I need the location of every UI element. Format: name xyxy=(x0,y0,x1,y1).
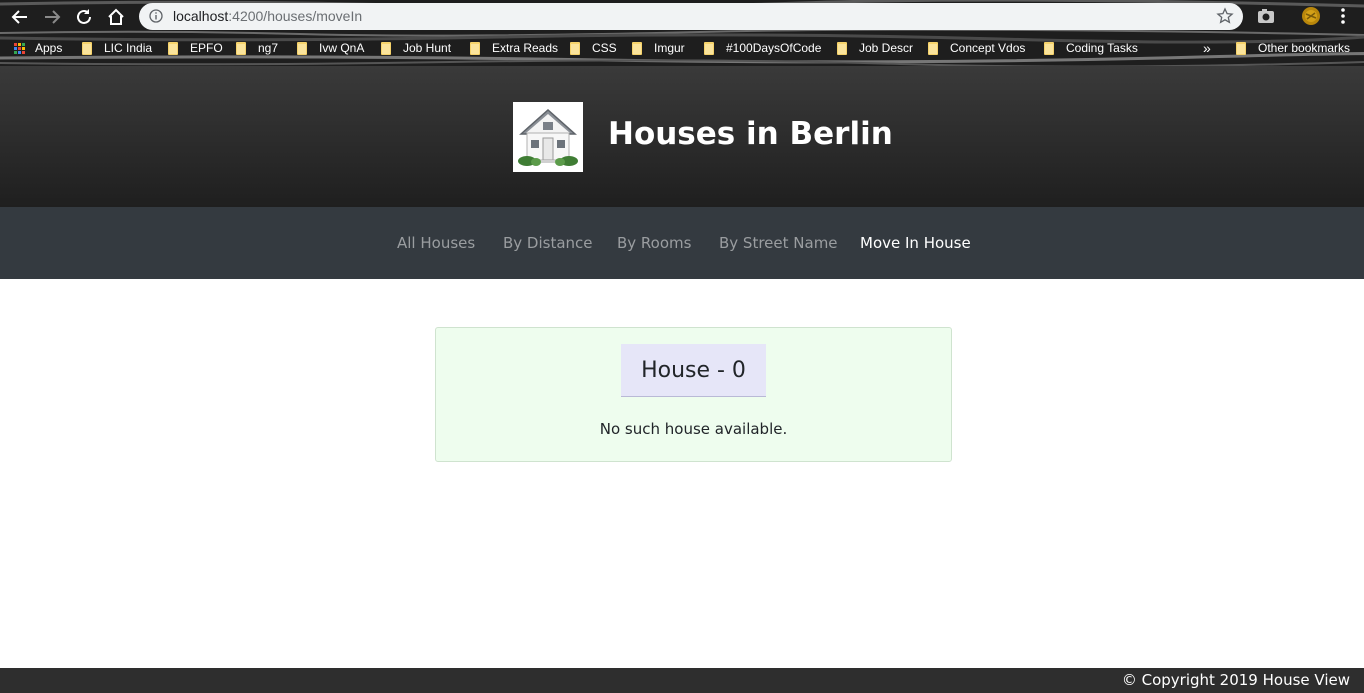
address-url[interactable]: localhost:4200/houses/moveIn xyxy=(173,8,362,24)
bookmark-label: Imgur xyxy=(654,41,685,55)
bookmark-label: CSS xyxy=(592,41,617,55)
main-nav: All Houses By Distance By Rooms By Stree… xyxy=(0,207,1364,279)
copyright-text: © Copyright 2019 House View xyxy=(1121,671,1350,689)
house-card: House - 0 No such house available. xyxy=(435,327,952,462)
back-arrow-icon xyxy=(11,10,27,24)
bookmark-folder[interactable]: Imgur xyxy=(632,40,685,56)
nav-by-rooms[interactable]: By Rooms xyxy=(617,234,691,252)
browser-chrome: localhost:4200/houses/moveIn Apps LIC In… xyxy=(0,0,1364,66)
bookmark-label: Extra Reads xyxy=(492,41,559,55)
bookmark-label: Job Hunt xyxy=(403,41,452,55)
bookmark-folder[interactable]: Job Hunt xyxy=(381,40,451,56)
bookmark-folder[interactable]: #100DaysOfCode xyxy=(704,40,821,56)
folder-icon xyxy=(297,41,307,55)
info-icon[interactable] xyxy=(149,9,163,23)
camera-extension-icon[interactable] xyxy=(1256,6,1276,26)
forward-button[interactable] xyxy=(40,5,64,29)
bookmark-folder[interactable]: Extra Reads xyxy=(470,40,558,56)
home-button[interactable] xyxy=(104,5,128,29)
browser-toolbar: localhost:4200/houses/moveIn xyxy=(0,0,1364,34)
house-logo[interactable] xyxy=(513,102,583,172)
home-icon xyxy=(108,8,124,25)
bookmark-label: Job Descr xyxy=(859,41,914,55)
more-bookmarks-label: » xyxy=(1203,40,1211,56)
bookmark-folder[interactable]: CSS xyxy=(570,40,617,56)
bookmark-label: Ivw QnA xyxy=(319,41,365,55)
profile-avatar-icon[interactable] xyxy=(1301,6,1321,26)
folder-icon xyxy=(632,41,642,55)
back-button[interactable] xyxy=(8,5,32,29)
forward-arrow-icon xyxy=(45,10,61,24)
nav-by-distance[interactable]: By Distance xyxy=(503,234,593,252)
bookmark-apps[interactable]: Apps xyxy=(14,40,62,56)
address-bar[interactable]: localhost:4200/houses/moveIn xyxy=(139,3,1243,30)
bookmark-folder[interactable]: Job Descr xyxy=(837,40,913,56)
reload-icon xyxy=(77,9,91,24)
bookmark-label: Coding Tasks xyxy=(1066,41,1138,55)
bookmark-label: Concept Vdos xyxy=(950,41,1026,55)
other-bookmarks-folder[interactable]: Other bookmarks xyxy=(1236,40,1350,56)
bookmark-label: LIC India xyxy=(104,41,153,55)
folder-icon xyxy=(168,41,178,55)
bookmark-folder[interactable]: ng7 xyxy=(236,40,278,56)
reload-button[interactable] xyxy=(72,5,96,29)
bookmark-label: #100DaysOfCode xyxy=(726,41,822,55)
nav-all-houses[interactable]: All Houses xyxy=(397,234,475,252)
site-header: Houses in Berlin xyxy=(0,66,1364,207)
bookmark-folder[interactable]: EPFO xyxy=(168,40,223,56)
folder-icon xyxy=(570,41,580,55)
folder-icon xyxy=(82,41,92,55)
house-card-title: House - 0 xyxy=(621,344,766,397)
url-path: :4200/houses/moveIn xyxy=(228,8,363,24)
folder-icon xyxy=(837,41,847,55)
bookmark-folder[interactable]: Ivw QnA xyxy=(297,40,364,56)
folder-icon xyxy=(928,41,938,55)
bookmark-star-icon[interactable] xyxy=(1216,7,1234,25)
bookmark-folder[interactable]: Coding Tasks xyxy=(1044,40,1138,56)
menu-kebab-icon[interactable] xyxy=(1334,6,1352,26)
nav-by-street-name[interactable]: By Street Name xyxy=(719,234,838,252)
folder-icon xyxy=(1044,41,1054,55)
bookmarks-bar: Apps LIC India EPFO ng7 Ivw QnA Job Hunt… xyxy=(0,36,1364,60)
site-title: Houses in Berlin xyxy=(608,116,893,152)
bookmark-label: Apps xyxy=(35,41,63,55)
folder-icon xyxy=(704,41,714,55)
bookmark-folder[interactable]: Concept Vdos xyxy=(928,40,1025,56)
site-footer: © Copyright 2019 House View xyxy=(0,668,1364,693)
folder-icon xyxy=(1236,41,1246,55)
apps-grid-icon xyxy=(14,42,25,54)
bookmark-folder[interactable]: LIC India xyxy=(82,40,152,56)
house-icon xyxy=(513,102,583,172)
folder-icon xyxy=(470,41,480,55)
house-card-message: No such house available. xyxy=(599,420,788,438)
folder-icon xyxy=(381,41,391,55)
bookmark-label: ng7 xyxy=(258,41,279,55)
other-bookmarks-label: Other bookmarks xyxy=(1258,41,1351,55)
nav-move-in-house[interactable]: Move In House xyxy=(860,234,971,252)
more-bookmarks-button[interactable]: » xyxy=(1203,40,1211,56)
url-host: localhost xyxy=(173,8,229,24)
bookmark-label: EPFO xyxy=(190,41,223,55)
folder-icon xyxy=(236,41,246,55)
